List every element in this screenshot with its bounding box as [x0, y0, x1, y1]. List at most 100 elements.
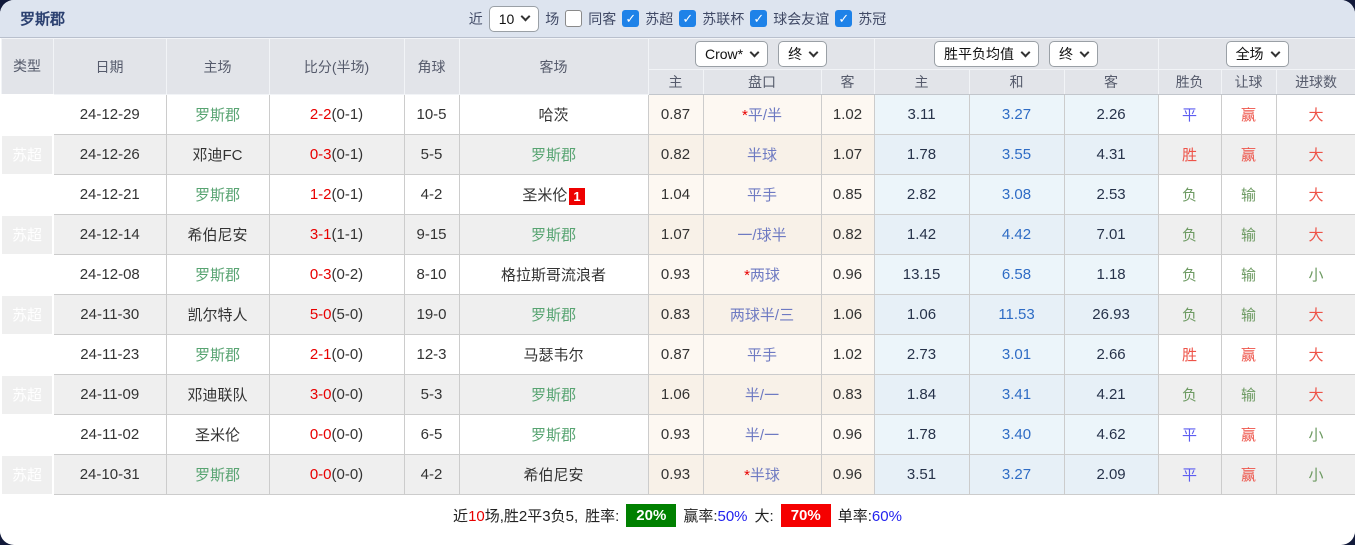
result-group-header: 全场 [1157, 38, 1355, 70]
halftime-score: (0-0) [331, 426, 364, 443]
away-team-name: 罗斯郡 [530, 227, 576, 244]
fulltime-score: 0-0 [309, 426, 332, 443]
same-away-label[interactable]: 同客 [588, 9, 616, 29]
near-label: 近 [468, 10, 483, 27]
header-odds-home: 主 [647, 69, 704, 95]
win-rate-badge: 20% [626, 503, 677, 527]
fulltime-score: 0-0 [309, 466, 332, 483]
fulltime-score: 0-3 [309, 146, 332, 163]
away-team-cell: 圣米伦 1 [458, 174, 649, 215]
odds-away-cell: 0.82 [820, 214, 875, 255]
same-away-checkbox[interactable] [565, 10, 583, 27]
bookmaker-select-value: Crow* [704, 46, 744, 62]
halftime-score: (1-1) [331, 226, 364, 243]
avg-odds-select[interactable]: 胜平负均值 [934, 41, 1040, 67]
result-wdl-cell: 负 [1157, 254, 1222, 295]
odds-away-cell: 1.06 [820, 294, 875, 335]
league-checkbox-sulianbei[interactable]: ✓ [679, 10, 697, 27]
home-team-cell: 罗斯郡 [165, 334, 270, 375]
header-away: 客场 [458, 38, 649, 95]
handicap-cell: 平手 [702, 174, 822, 215]
avg-away-cell: 4.21 [1063, 374, 1159, 415]
handicap-cell: 半/一 [702, 374, 822, 415]
table-row: 苏超 24-12-14 希伯尼安 3-1(1-1) 9-15 罗斯郡 1.07 … [0, 213, 1355, 256]
corners-cell: 8-10 [403, 254, 460, 295]
bookmaker-select[interactable]: Crow* [694, 41, 769, 67]
league-label-sulianbei[interactable]: 苏联杯 [702, 9, 744, 29]
handicap-cell: 平手 [702, 334, 822, 375]
avg-draw-cell: 3.27 [968, 94, 1065, 135]
chevron-down-icon [1270, 47, 1281, 57]
avg-group-header: 胜平负均值 终 [873, 38, 1159, 70]
summary-footer: 近10场,胜2平3负5, 胜率: 20% 赢率:50% 大: 70% 单率:60… [0, 495, 1355, 535]
odds-home-cell: 1.07 [647, 214, 704, 255]
home-team-cell: 罗斯郡 [165, 454, 270, 495]
avg-draw-cell: 3.08 [968, 174, 1065, 215]
league-type-cell: 苏超 [0, 293, 54, 336]
avg-draw-cell: 3.27 [968, 454, 1065, 495]
date-cell: 24-12-14 [52, 214, 167, 255]
halftime-score: (5-0) [331, 306, 364, 323]
corners-cell: 6-5 [403, 414, 460, 455]
result-handicap-cell: 赢 [1220, 94, 1277, 135]
odds-home-cell: 0.93 [647, 254, 704, 295]
handicap-cell: 半球 [702, 134, 822, 175]
halftime-score: (0-2) [331, 266, 364, 283]
league-type-cell: 苏超 [0, 413, 54, 456]
date-cell: 24-10-31 [52, 454, 167, 495]
away-team-name: 格拉斯哥流浪者 [500, 267, 606, 284]
away-team-name: 哈茨 [538, 107, 569, 124]
away-team-name: 马瑟韦尔 [523, 347, 584, 364]
odds-time-select[interactable]: 终 [778, 41, 828, 67]
chevron-down-icon [1020, 47, 1031, 57]
home-team-cell: 罗斯郡 [165, 94, 270, 135]
away-team-name: 希伯尼安 [523, 467, 584, 484]
result-wdl-cell: 负 [1157, 374, 1222, 415]
handicap-cell: 半/一 [702, 414, 822, 455]
result-wdl-cell: 负 [1157, 294, 1222, 335]
single-rate: 单率:60% [837, 507, 902, 525]
league-checkbox-friendly[interactable]: ✓ [750, 10, 768, 27]
odds-away-cell: 0.85 [820, 174, 875, 215]
result-handicap-cell: 赢 [1220, 414, 1277, 455]
halftime-score: (0-0) [331, 466, 364, 483]
odds-home-cell: 0.82 [647, 134, 704, 175]
avg-away-cell: 4.62 [1063, 414, 1159, 455]
avg-draw-cell: 3.41 [968, 374, 1065, 415]
league-type-cell: 苏超 [0, 213, 54, 256]
avg-home-cell: 2.82 [873, 174, 970, 215]
recent-count-select[interactable]: 10 [488, 5, 540, 32]
avg-time-select-value: 终 [1059, 46, 1074, 62]
avg-home-cell: 1.84 [873, 374, 970, 415]
odds-away-cell: 0.96 [820, 454, 875, 495]
result-handicap-cell: 赢 [1220, 334, 1277, 375]
odds-home-cell: 0.87 [647, 334, 704, 375]
home-team-cell: 罗斯郡 [165, 254, 270, 295]
odds-time-select-value: 终 [788, 46, 803, 62]
scope-select-value: 全场 [1235, 46, 1264, 62]
handicap-star: * [741, 107, 748, 124]
score-cell: 3-1(1-1) [268, 214, 405, 255]
odds-away-cell: 1.07 [820, 134, 875, 175]
home-team-cell: 凯尔特人 [165, 294, 270, 335]
table-row: 苏超 24-11-09 邓迪联队 3-0(0-0) 5-3 罗斯郡 1.06 半… [0, 373, 1355, 416]
avg-home-cell: 1.06 [873, 294, 970, 335]
handicap-rate: 赢率:50% [683, 507, 748, 525]
league-label-suguan[interactable]: 苏冠 [858, 9, 886, 29]
topbar: 罗斯郡 近 10 场 同客 ✓ 苏超 ✓ 苏联杯 ✓ 球会友谊 ✓ 苏冠 [0, 0, 1355, 38]
league-label-friendly[interactable]: 球会友谊 [773, 9, 829, 29]
league-checkbox-suchao[interactable]: ✓ [622, 10, 640, 27]
league-label-suchao[interactable]: 苏超 [645, 9, 673, 29]
corners-cell: 5-3 [403, 374, 460, 415]
league-type-cell: 苏超 [0, 333, 54, 376]
away-team-cell: 格拉斯哥流浪者 [458, 254, 649, 295]
scope-select[interactable]: 全场 [1225, 41, 1289, 67]
avg-time-select[interactable]: 终 [1049, 41, 1099, 67]
result-goals-cell: 大 [1275, 374, 1355, 415]
league-type-cell: 苏超 [0, 133, 54, 176]
result-wdl-cell: 胜 [1157, 134, 1222, 175]
avg-away-cell: 2.09 [1063, 454, 1159, 495]
league-checkbox-suguan[interactable]: ✓ [835, 10, 853, 27]
avg-draw-cell: 3.01 [968, 334, 1065, 375]
odds-away-cell: 1.02 [820, 334, 875, 375]
